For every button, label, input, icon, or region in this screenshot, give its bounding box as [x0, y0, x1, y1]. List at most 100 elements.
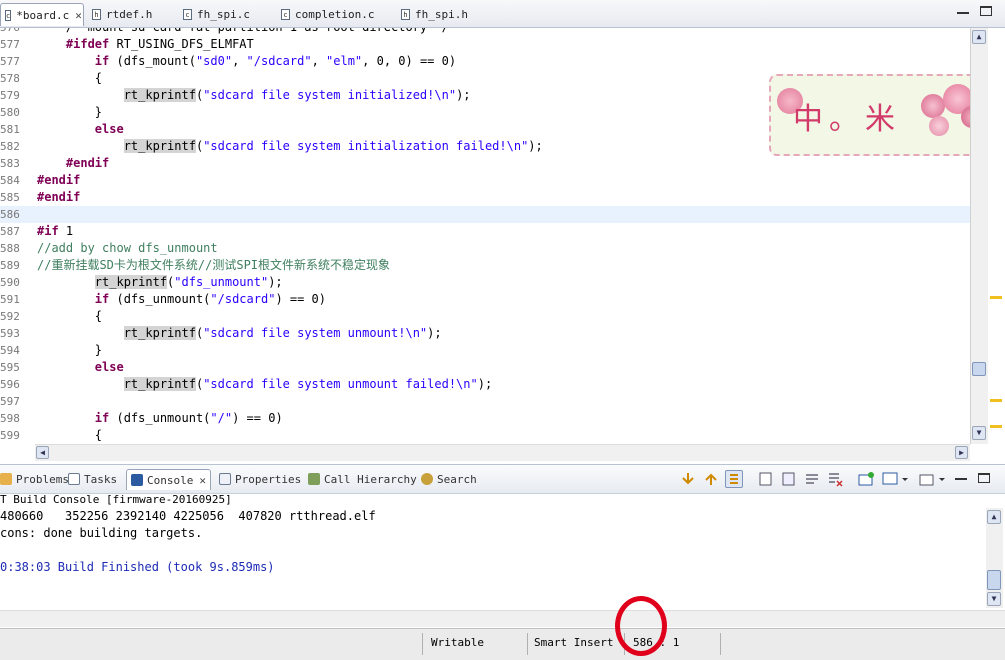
line-number: 597: [0, 395, 20, 408]
scroll-down-icon[interactable]: ▼: [987, 592, 1001, 606]
code-text: #ifdef RT_USING_DFS_ELMFAT: [65, 37, 254, 51]
editor-horizontal-scrollbar[interactable]: ◀ ▶: [35, 444, 970, 461]
scroll-left-icon[interactable]: ◀: [36, 446, 49, 459]
code-line[interactable]: 583 #endif: [0, 155, 970, 172]
tab-label: Problems: [16, 472, 69, 486]
code-text: else: [94, 122, 124, 136]
code-text: if (dfs_unmount("/") == 0): [94, 411, 283, 425]
code-line[interactable]: 592 {: [0, 308, 970, 325]
code-text: }: [37, 343, 103, 357]
tab-fh-spi-c[interactable]: c fh_spi.c: [183, 3, 250, 25]
warning-marker[interactable]: [990, 425, 1002, 428]
scroll-thumb[interactable]: [972, 362, 986, 376]
code-line[interactable]: 590 rt_kprintf("dfs_unmount");: [0, 274, 970, 291]
warning-marker[interactable]: [990, 399, 1002, 402]
tab-properties[interactable]: Properties: [219, 469, 301, 489]
line-number: 577: [0, 38, 20, 51]
h-file-icon: h: [401, 8, 410, 20]
code-text: #endif: [37, 173, 81, 187]
code-line[interactable]: 588 //add by chow dfs_unmount: [0, 240, 970, 257]
properties-icon: [219, 473, 231, 485]
call-hierarchy-icon: [308, 473, 320, 485]
scroll-right-icon[interactable]: ▶: [955, 446, 968, 459]
maximize-icon[interactable]: [980, 6, 992, 16]
code-line[interactable]: 589 //重新挂载SD卡为根文件系统//测试SPI根文件新系统不稳定现象: [0, 257, 970, 274]
tab-label: Search: [437, 472, 477, 486]
code-text: /* mount sd card fat partition 1 as root…: [37, 28, 449, 36]
code-text: rt_kprintf("dfs_unmount");: [94, 275, 283, 289]
code-line[interactable]: 577 #ifdef RT_USING_DFS_ELMFAT: [0, 36, 970, 53]
open-console-icon[interactable]: [857, 470, 875, 488]
code-line[interactable]: 584 #endif: [0, 172, 970, 189]
code-line[interactable]: 593 rt_kprintf("sdcard file system unmou…: [0, 325, 970, 342]
console-horizontal-scrollbar[interactable]: [0, 610, 1005, 627]
tab-rtdef-h[interactable]: h rtdef.h: [92, 3, 152, 25]
display-console-dropdown[interactable]: [881, 470, 911, 488]
code-line[interactable]: 586: [0, 206, 970, 223]
minimize-icon[interactable]: [955, 478, 967, 480]
scroll-thumb[interactable]: [987, 570, 1001, 590]
warning-marker[interactable]: [990, 296, 1002, 299]
tab-tasks[interactable]: Tasks: [68, 469, 117, 489]
tab-search[interactable]: Search: [421, 469, 477, 489]
status-bar: Writable Smart Insert 586 : 1: [0, 628, 1005, 660]
clear-console-icon[interactable]: [826, 470, 844, 488]
scroll-up-icon[interactable]: ▲: [987, 510, 1001, 524]
tab-label: Properties: [235, 472, 302, 486]
tab-problems[interactable]: Problems: [0, 469, 69, 489]
line-number: 577: [0, 55, 20, 68]
code-line[interactable]: 577 if (dfs_mount("sd0", "/sdcard", "elm…: [0, 53, 970, 70]
copy-build-log-icon[interactable]: [757, 470, 775, 488]
scroll-down-arrow-icon[interactable]: [679, 470, 697, 488]
code-text: rt_kprintf("sdcard file system initializ…: [123, 139, 543, 153]
code-line[interactable]: 576 /* mount sd card fat partition 1 as …: [0, 28, 970, 36]
status-separator: [720, 633, 721, 655]
code-line[interactable]: 596 rt_kprintf("sdcard file system unmou…: [0, 376, 970, 393]
console-output[interactable]: 480660 352256 2392140 4225056 407820 rtt…: [0, 508, 986, 608]
minimize-icon[interactable]: [957, 12, 969, 14]
overview-ruler[interactable]: [988, 28, 1005, 444]
line-number: 586: [0, 208, 20, 221]
status-separator: [527, 633, 528, 655]
line-number: 590: [0, 276, 20, 289]
scroll-lock-icon[interactable]: [725, 470, 743, 488]
line-number: 585: [0, 191, 20, 204]
problems-icon: [0, 473, 12, 485]
line-number: 584: [0, 174, 20, 187]
tab-call-hierarchy[interactable]: Call Hierarchy: [308, 469, 417, 489]
close-icon[interactable]: ✕: [199, 474, 206, 487]
code-line[interactable]: 587 #if 1: [0, 223, 970, 240]
c-file-icon: c: [5, 9, 12, 21]
scroll-up-arrow-icon[interactable]: [702, 470, 720, 488]
new-console-dropdown[interactable]: [918, 470, 948, 488]
c-file-icon: c: [281, 8, 290, 20]
close-icon[interactable]: ✕: [75, 9, 82, 22]
scroll-down-icon[interactable]: ▼: [972, 426, 986, 440]
code-line[interactable]: 594 }: [0, 342, 970, 359]
code-line[interactable]: 598 if (dfs_unmount("/") == 0): [0, 410, 970, 427]
word-wrap-icon[interactable]: [803, 470, 821, 488]
editor-vertical-scrollbar[interactable]: ▲ ▼: [970, 28, 988, 444]
scroll-up-icon[interactable]: ▲: [972, 30, 986, 44]
tab-fh-spi-h[interactable]: h fh_spi.h: [401, 3, 468, 25]
line-number: 594: [0, 344, 20, 357]
code-line[interactable]: 585 #endif: [0, 189, 970, 206]
maximize-icon[interactable]: [978, 473, 990, 483]
console-title: T Build Console [firmware-20160925]: [0, 493, 232, 506]
tab-label: Tasks: [84, 472, 118, 486]
tab-completion-c[interactable]: c completion.c: [281, 3, 374, 25]
code-text: }: [37, 105, 103, 119]
code-line[interactable]: 599 {: [0, 427, 970, 444]
code-text: rt_kprintf("sdcard file system unmount f…: [123, 377, 493, 391]
status-insert-mode[interactable]: Smart Insert: [534, 629, 613, 660]
code-line[interactable]: 595 else: [0, 359, 970, 376]
code-line[interactable]: 591 if (dfs_unmount("/sdcard") == 0): [0, 291, 970, 308]
console-vertical-scrollbar[interactable]: ▲ ▼: [986, 508, 1003, 608]
tab-label: completion.c: [295, 7, 375, 21]
tab-console[interactable]: Console ✕: [126, 469, 211, 490]
code-line[interactable]: 597: [0, 393, 970, 410]
tab-board-c[interactable]: c *board.c ✕: [0, 3, 84, 26]
pin-console-icon[interactable]: [780, 470, 798, 488]
line-number: 599: [0, 429, 20, 442]
deco-logo-text: 中。米: [793, 102, 901, 137]
